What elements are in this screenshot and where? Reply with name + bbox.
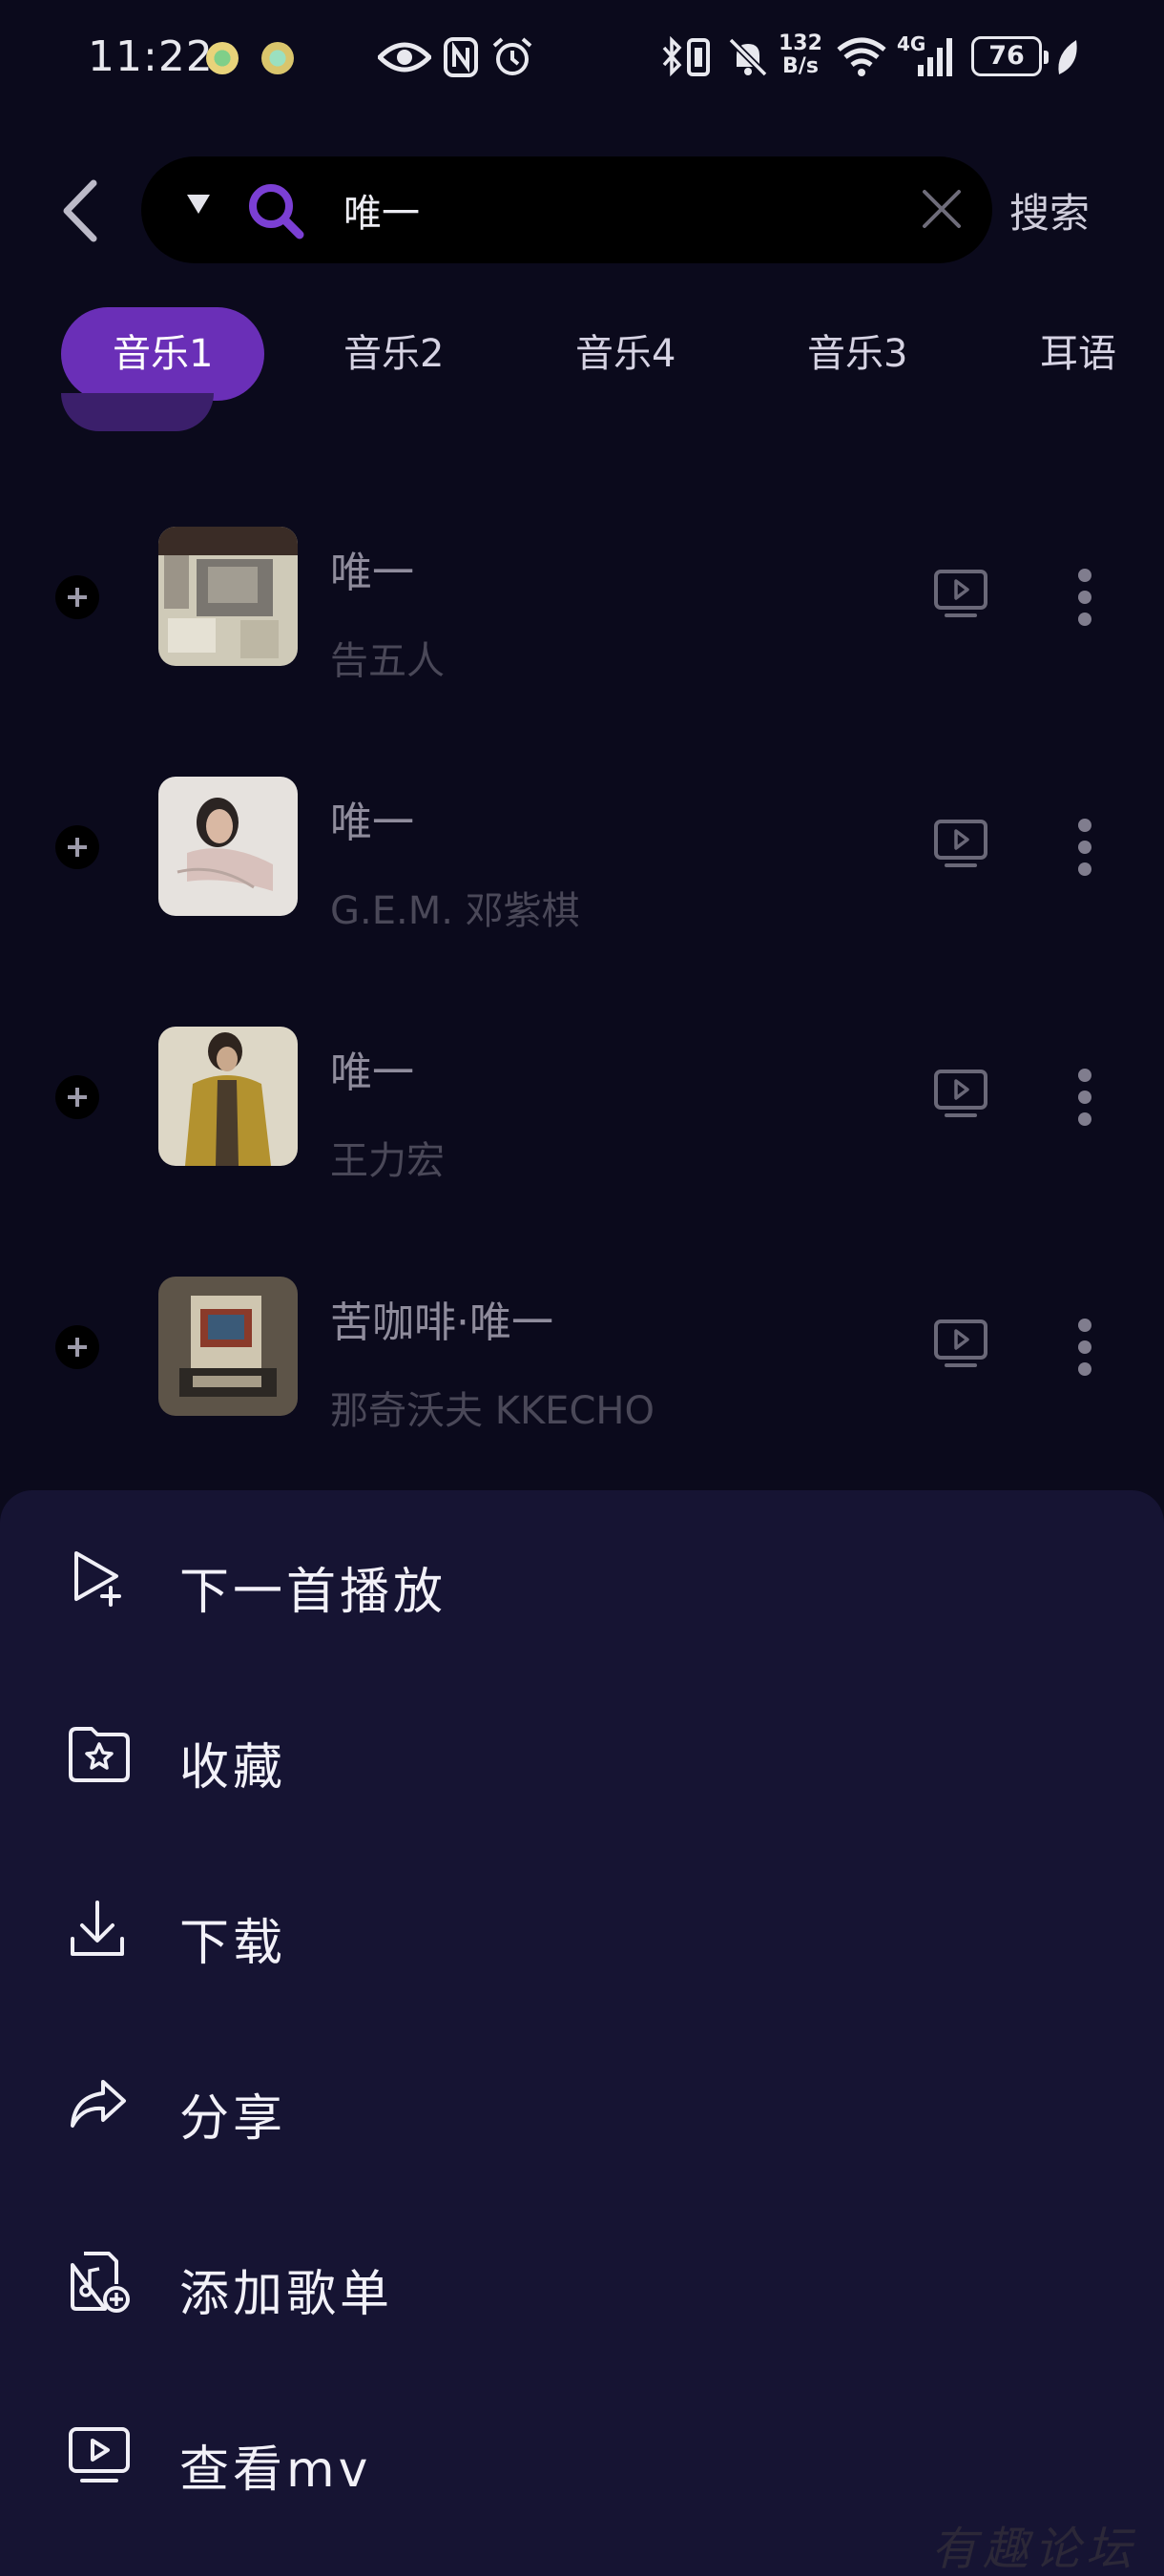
action-label: 收藏 (179, 1739, 287, 1797)
search-bar (141, 156, 992, 263)
mv-icon (69, 2427, 130, 2483)
add-icon[interactable] (55, 575, 99, 619)
action-label: 下载 (179, 1915, 287, 1972)
status-time: 11:22 (88, 32, 214, 81)
action-label: 分享 (179, 2090, 287, 2148)
watermark: 有趣论坛 (931, 2523, 1138, 2576)
song-artist: 那奇沃夫 KKECHO (330, 1389, 655, 1433)
album-cover (158, 1277, 298, 1416)
more-options-icon[interactable] (1067, 1315, 1105, 1380)
wifi-icon (837, 37, 886, 76)
action-add-playlist[interactable]: 添加歌单 (0, 2192, 1164, 2368)
song-actions-sheet: 下一首播放 收藏 下载 分享 添加歌单 查看mv (0, 1490, 1164, 2576)
song-row[interactable]: 唯一 王力宏 (0, 1021, 1164, 1212)
signal-icon (918, 38, 952, 76)
favorite-folder-icon (69, 1727, 130, 1782)
net-speed: 132 B/s (779, 31, 822, 78)
leaf-icon (1058, 40, 1077, 74)
song-row[interactable]: 苦咖啡·唯一 那奇沃夫 KKECHO (0, 1271, 1164, 1462)
song-artist: G.E.M. 邓紫棋 (330, 889, 580, 933)
battery-icon: 76 (971, 36, 1049, 76)
search-input[interactable] (343, 181, 840, 239)
more-options-icon[interactable] (1067, 565, 1105, 630)
tab-music1[interactable]: 音乐1 (61, 307, 265, 401)
tab-whisper[interactable]: 耳语 (1040, 307, 1116, 401)
bluetooth-vibrate-icon (662, 36, 710, 77)
album-cover (158, 777, 298, 916)
action-share[interactable]: 分享 (0, 2017, 1164, 2192)
action-label: 添加歌单 (179, 2266, 394, 2323)
song-row[interactable]: 唯一 告五人 (0, 521, 1164, 712)
back-icon[interactable] (55, 177, 103, 244)
add-icon[interactable] (55, 1075, 99, 1119)
play-next-icon (74, 1551, 121, 1607)
song-row[interactable]: 唯一 G.E.M. 邓紫棋 (0, 771, 1164, 962)
song-title: 唯一 (330, 549, 414, 597)
add-icon[interactable] (55, 825, 99, 869)
status-bar: 11:22 132 B/s 4G 76 (0, 0, 1164, 114)
download-icon (71, 1901, 124, 1956)
nfc-icon (444, 37, 478, 77)
search-icon (249, 184, 304, 239)
play-all-button[interactable] (61, 393, 214, 431)
more-options-icon[interactable] (1067, 815, 1105, 880)
alarm-icon (492, 37, 532, 75)
app-icon (206, 42, 239, 74)
tab-music4[interactable]: 音乐4 (575, 307, 676, 401)
add-playlist-icon (71, 2252, 130, 2313)
clear-icon[interactable] (920, 187, 964, 231)
song-artist: 告五人 (330, 639, 445, 683)
dropdown-caret-icon[interactable] (187, 195, 210, 214)
tab-music3[interactable]: 音乐3 (807, 307, 907, 401)
album-cover (158, 1027, 298, 1166)
share-icon (71, 2080, 126, 2128)
action-download[interactable]: 下载 (0, 1841, 1164, 2017)
action-play-next[interactable]: 下一首播放 (0, 1490, 1164, 1666)
tab-music2[interactable]: 音乐2 (343, 307, 444, 401)
app-icon (261, 42, 294, 74)
search-button[interactable]: 搜索 (1009, 181, 1090, 239)
eye-icon (378, 42, 431, 73)
song-title: 唯一 (330, 799, 414, 847)
song-artist: 王力宏 (330, 1139, 445, 1183)
mv-icon[interactable] (933, 569, 988, 618)
source-tabs: 音乐1 音乐2 音乐4 音乐3 耳语 (0, 307, 1164, 403)
action-label: 下一首播放 (179, 1564, 447, 1621)
mv-icon[interactable] (933, 1319, 988, 1368)
mv-icon[interactable] (933, 1069, 988, 1118)
song-title: 苦咖啡·唯一 (330, 1298, 553, 1347)
more-options-icon[interactable] (1067, 1065, 1105, 1130)
action-favorite[interactable]: 收藏 (0, 1666, 1164, 1841)
album-cover (158, 527, 298, 666)
action-label: 查看mv (179, 2441, 372, 2499)
add-icon[interactable] (55, 1325, 99, 1369)
mv-icon[interactable] (933, 819, 988, 868)
song-title: 唯一 (330, 1049, 414, 1097)
mute-icon (728, 37, 768, 77)
